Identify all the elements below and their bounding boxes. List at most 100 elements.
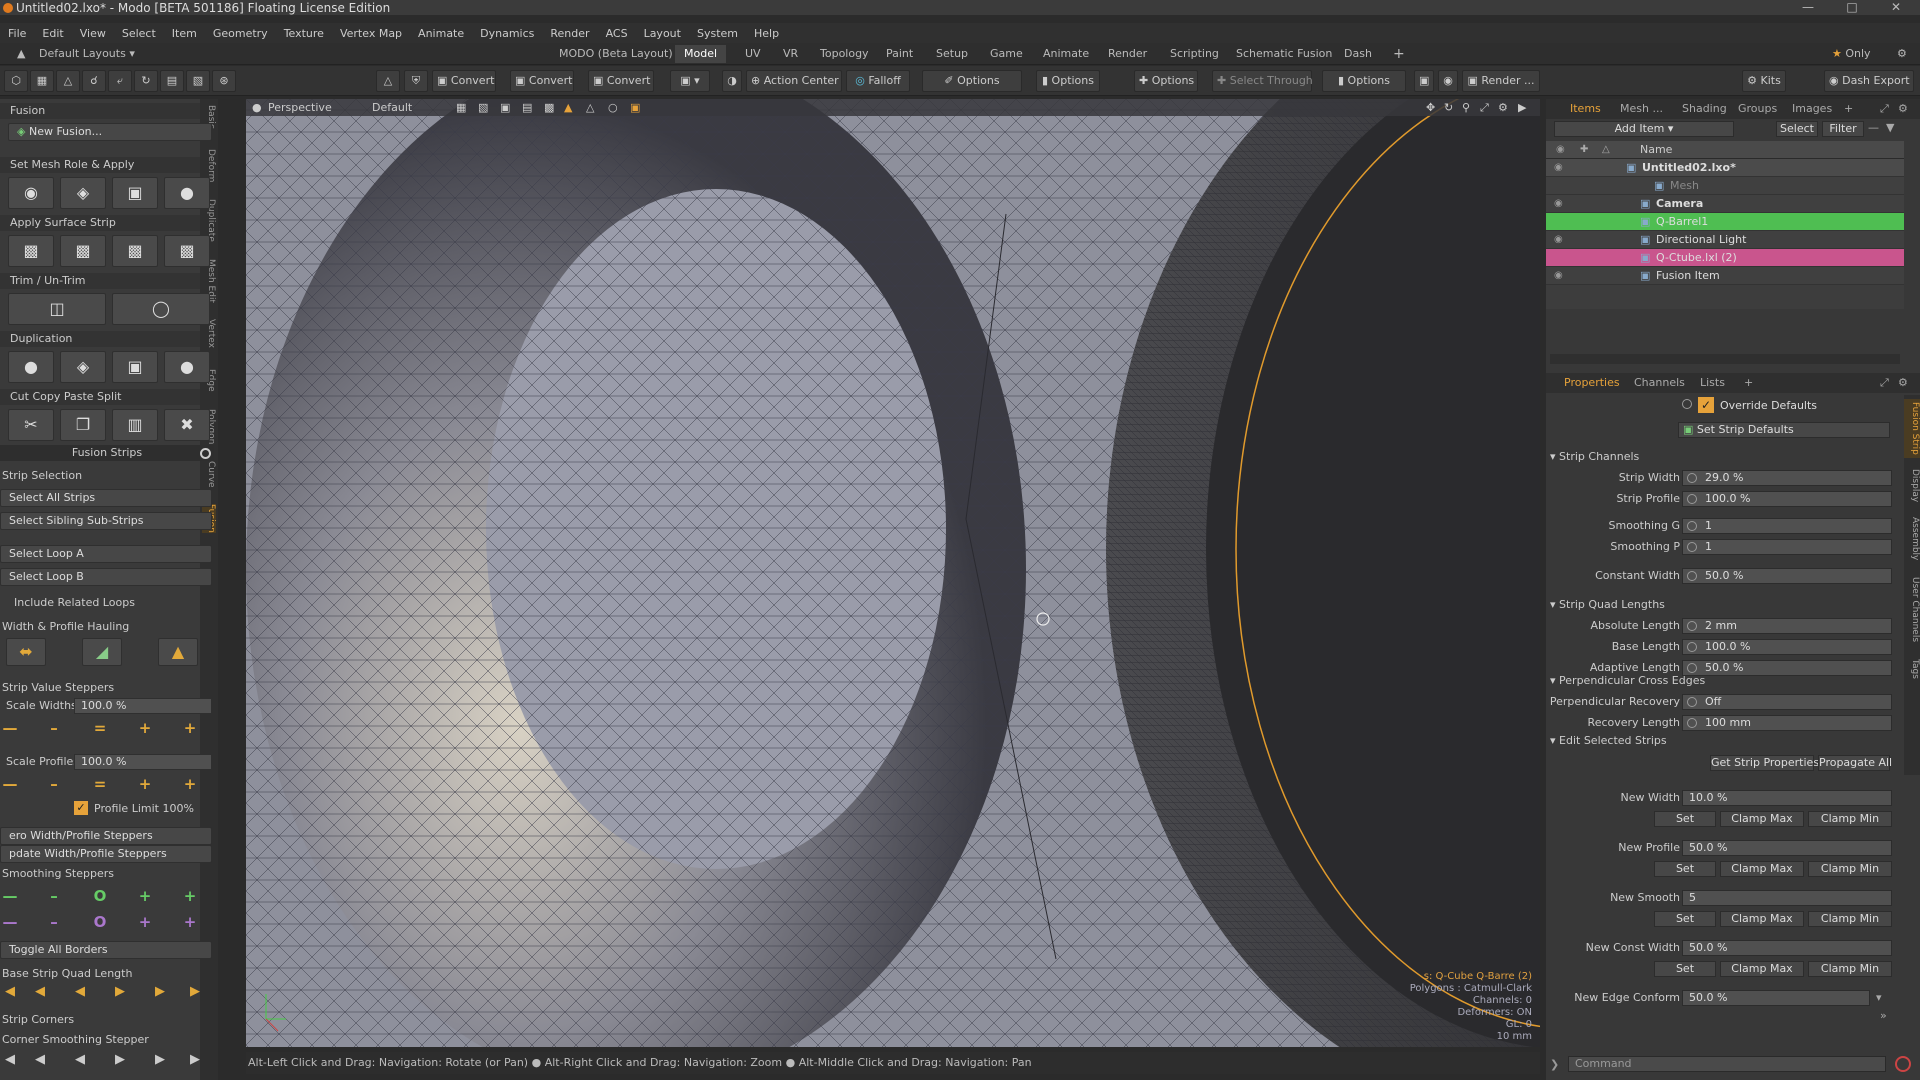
width-haul-icon[interactable]: ⬌ xyxy=(6,638,46,666)
prop-gear-icon[interactable]: ⚙ xyxy=(1890,373,1916,393)
solid-icon[interactable]: ▣ xyxy=(500,99,510,116)
dash-export-button[interactable]: ◉ Dash Export xyxy=(1824,70,1914,92)
tab-images[interactable]: Images xyxy=(1784,99,1840,119)
snap-mode-icon[interactable]: ⊛ xyxy=(212,70,236,92)
profile-limit-checkbox[interactable]: ✓ xyxy=(74,801,88,815)
select-button[interactable]: Select xyxy=(1776,121,1818,137)
stepper-plus-icon[interactable]: + xyxy=(135,719,155,737)
strip-channels-section[interactable]: ▾ Strip Channels xyxy=(1550,450,1639,463)
smooth-p-plus-icon[interactable]: + xyxy=(135,913,155,931)
only-button[interactable]: ★ Only xyxy=(1823,45,1880,63)
profile-haul-icon[interactable]: ◢ xyxy=(82,638,122,666)
viewport-gear-icon[interactable]: ⚙ xyxy=(1498,99,1508,116)
surface-strip-c-icon[interactable]: ▩ xyxy=(112,235,158,267)
menu-help[interactable]: Help xyxy=(746,27,787,40)
viewport-menu-icon[interactable]: ● xyxy=(252,99,262,116)
menu-render[interactable]: Render xyxy=(542,27,597,40)
kits-button[interactable]: ⚙ Kits xyxy=(1742,70,1786,92)
add-prop-tab-icon[interactable]: + xyxy=(1736,373,1761,393)
width-profile-haul-icon[interactable]: ▲ xyxy=(158,638,198,666)
clamp-max-button[interactable]: Clamp Max xyxy=(1720,861,1804,877)
side-tab-tags[interactable]: Tags xyxy=(1904,659,1920,679)
falloff-button[interactable]: ◎ Falloff xyxy=(846,70,910,92)
apply-surface-strip-header[interactable]: Apply Surface Strip xyxy=(0,215,200,231)
move-view-icon[interactable]: ✥ xyxy=(1426,99,1435,116)
prop-field[interactable]: 50.0 % xyxy=(1682,568,1892,584)
convert-button-1[interactable]: ▣ Convert xyxy=(432,70,496,92)
display-icon[interactable]: ▩ xyxy=(544,99,554,116)
select-through-button[interactable]: ✚ Select Through xyxy=(1212,70,1313,92)
override-defaults-checkbox[interactable]: ✓ xyxy=(1698,397,1714,413)
tab-scripting[interactable]: Scripting xyxy=(1161,45,1228,63)
smooth-reset-icon[interactable]: O xyxy=(90,887,110,905)
side-tab-fusion-strip[interactable]: Fusion Strip xyxy=(1904,399,1920,458)
new-edge-conform-field[interactable]: 50.0 % xyxy=(1682,990,1870,1006)
scale-widths-input[interactable]: 100.0 % xyxy=(74,698,212,714)
surface-strip-a-icon[interactable]: ▩ xyxy=(8,235,54,267)
tab-paint[interactable]: Paint xyxy=(877,45,922,63)
funnel-icon[interactable]: ▼ xyxy=(1886,121,1894,134)
keyframe-dot-icon[interactable] xyxy=(1687,473,1697,483)
quad-first-icon[interactable]: ◀ xyxy=(0,984,20,999)
select-all-strips-button[interactable]: Select All Strips xyxy=(0,489,212,507)
default-layouts-dropdown[interactable]: Default Layouts ▾ xyxy=(30,45,144,63)
un-trim-icon[interactable]: ◯ xyxy=(112,293,210,325)
clamp-max-button[interactable]: Clamp Max xyxy=(1720,811,1804,827)
set-mesh-role-header[interactable]: Set Mesh Role & Apply xyxy=(0,157,200,173)
stepper-minus-icon[interactable]: – xyxy=(44,719,64,737)
convert-button-2[interactable]: ▣ Convert xyxy=(510,70,574,92)
viewport-arrow-icon[interactable]: ▶ xyxy=(1518,99,1526,116)
keyframe-dot-icon[interactable] xyxy=(1687,718,1697,728)
quad-prev-icon[interactable]: ◀ xyxy=(70,984,90,999)
propagate-all-button[interactable]: Propagate All xyxy=(1818,755,1892,771)
smooth-p-minus-large-icon[interactable]: — xyxy=(0,913,20,931)
maximize-icon[interactable]: □ xyxy=(1832,0,1872,15)
set-button[interactable]: Set xyxy=(1654,961,1716,977)
name-column-header[interactable]: Name xyxy=(1640,141,1672,159)
zoom-view-icon[interactable]: ⚲ xyxy=(1462,99,1470,116)
menu-view[interactable]: View xyxy=(72,27,114,40)
visibility-eye-icon[interactable]: ◉ xyxy=(1554,271,1566,281)
visibility-eye-icon[interactable]: ◉ xyxy=(1554,235,1566,245)
menu-animate[interactable]: Animate xyxy=(410,27,472,40)
profile-minus-large-icon[interactable]: — xyxy=(0,775,20,793)
paste-icon[interactable]: ▥ xyxy=(112,409,158,441)
toggle-all-borders-button[interactable]: Toggle All Borders xyxy=(0,941,212,959)
minimize-icon[interactable]: — xyxy=(1788,0,1828,15)
duplicate-c-icon[interactable]: ▣ xyxy=(112,351,158,383)
snap-toggle-icon[interactable]: ▣ xyxy=(630,99,640,116)
smooth-p-minus-icon[interactable]: – xyxy=(44,913,64,931)
tab-setup[interactable]: Setup xyxy=(927,45,977,63)
rotate-view-icon[interactable]: ↻ xyxy=(1444,99,1453,116)
set-button[interactable]: Set xyxy=(1654,911,1716,927)
menu-vertex-map[interactable]: Vertex Map xyxy=(332,27,410,40)
keyframe-dot-icon[interactable] xyxy=(1687,697,1697,707)
gear-icon[interactable]: ⚙ xyxy=(1888,45,1916,63)
tab-groups[interactable]: Groups xyxy=(1730,99,1785,119)
cut-icon[interactable]: ✂ xyxy=(8,409,54,441)
tab-shading[interactable]: Shading xyxy=(1674,99,1735,119)
workplane-icon[interactable]: ◑ xyxy=(722,70,742,92)
zero-steppers-button[interactable]: ero Width/Profile Steppers xyxy=(0,827,212,845)
tab-model[interactable]: Model xyxy=(675,45,727,63)
split-icon[interactable]: ✖ xyxy=(164,409,210,441)
tab-render[interactable]: Render xyxy=(1099,45,1156,63)
update-steppers-button[interactable]: pdate Width/Profile Steppers xyxy=(0,845,212,863)
quad-next-icon[interactable]: ▶ xyxy=(110,984,130,999)
side-tab-user-channels[interactable]: User Channels xyxy=(1904,577,1920,642)
menu-file[interactable]: File xyxy=(0,27,34,40)
duplication-header[interactable]: Duplication xyxy=(0,331,200,347)
corner-next-icon[interactable]: ▶ xyxy=(110,1052,130,1067)
surface-strip-b-icon[interactable]: ▩ xyxy=(60,235,106,267)
options-button-1[interactable]: ✐ Options xyxy=(922,70,1022,92)
grid-mode-icon[interactable]: ▧ xyxy=(186,70,210,92)
command-input[interactable]: Command xyxy=(1568,1056,1886,1072)
options-button-2[interactable]: ▮ Options xyxy=(1036,70,1100,92)
clamp-min-button[interactable]: Clamp Min xyxy=(1808,961,1892,977)
smooth-minus-icon[interactable]: – xyxy=(44,887,64,905)
tree-row[interactable]: ◉ ▣ Untitled02.lxo* xyxy=(1546,159,1904,177)
profile-plus-icon[interactable]: + xyxy=(135,775,155,793)
wireframe-icon[interactable]: ▧ xyxy=(478,99,488,116)
textured-icon[interactable]: ▤ xyxy=(522,99,532,116)
visibility-eye-icon[interactable]: ◉ xyxy=(1554,199,1566,209)
